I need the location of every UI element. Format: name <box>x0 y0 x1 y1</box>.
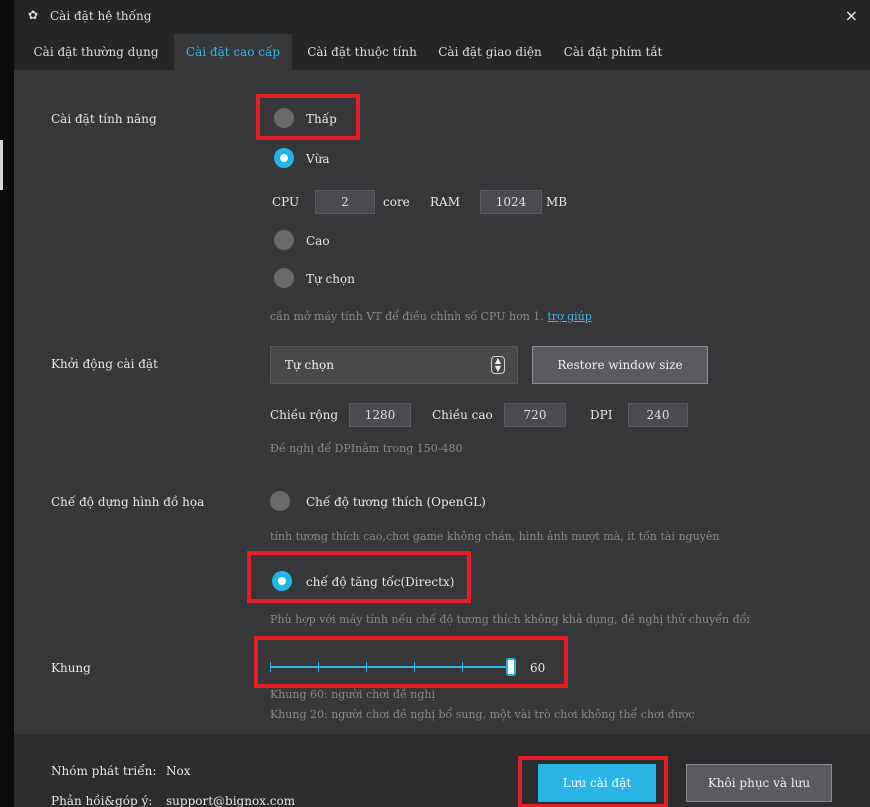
radio-opengl-label: Chế độ tương thích (OpenGL) <box>306 495 486 509</box>
dev-value: Nox <box>166 764 191 778</box>
radio-custom-label: Tự chọn <box>306 272 355 286</box>
tab-common-settings[interactable]: Cài đặt thường dụng <box>28 34 164 70</box>
ram-unit: MB <box>546 195 568 209</box>
cpu-hint-text: cần mở máy tính VT để điều chỉnh số CPU … <box>270 310 544 323</box>
dpi-hint: Đề nghị để DPInằm trong 150-480 <box>270 442 463 455</box>
cpu-unit: core <box>383 195 410 209</box>
frame-slider[interactable] <box>270 654 520 680</box>
radio-opengl[interactable] <box>270 491 290 511</box>
close-icon[interactable]: × <box>845 6 858 25</box>
dpi-input[interactable]: 240 <box>628 403 688 427</box>
chevron-updown-icon: ▲ ▼ <box>491 356 505 374</box>
radio-medium[interactable] <box>274 148 294 168</box>
ram-label: RAM <box>430 195 460 209</box>
height-input[interactable]: 720 <box>504 403 566 427</box>
background-strip <box>0 0 14 807</box>
radio-low[interactable] <box>274 108 294 128</box>
radio-directx-label: chế độ tăng tốc(Directx) <box>306 575 455 589</box>
gear-icon: ✿ <box>28 8 39 22</box>
feedback-label: Phản hồi&góp ý: <box>51 794 153 807</box>
restore-and-save-button[interactable]: Khôi phục và lưu <box>686 764 832 802</box>
window-title: Cài đặt hệ thống <box>50 9 152 23</box>
dev-label: Nhóm phát triển: <box>51 764 157 778</box>
resolution-select[interactable]: Tự chọn ▲ ▼ <box>270 346 518 384</box>
footer: Nhóm phát triển: Nox Phản hồi&góp ý: sup… <box>14 734 870 807</box>
radio-medium-label: Vừa <box>306 152 330 166</box>
slider-tick <box>270 662 271 672</box>
graphics-section-label: Chế độ dựng hình đồ họa <box>51 495 205 509</box>
tab-interface-settings[interactable]: Cài đặt giao diện <box>430 34 550 70</box>
startup-section-label: Khởi động cài đặt <box>51 357 158 371</box>
cpu-label: CPU <box>272 195 300 209</box>
cpu-input[interactable]: 2 <box>315 190 375 214</box>
slider-tick <box>414 662 415 672</box>
tab-bar: Cài đặt thường dụng Cài đặt cao cấp Cài … <box>14 34 870 70</box>
radio-directx[interactable] <box>272 571 292 591</box>
tab-property-settings[interactable]: Cài đặt thuộc tính <box>300 34 424 70</box>
slider-tick <box>366 662 367 672</box>
cpu-hint: cần mở máy tính VT để điều chỉnh số CPU … <box>270 310 592 323</box>
slider-tick <box>462 662 463 672</box>
help-link[interactable]: trợ giúp <box>547 310 591 323</box>
advanced-settings-panel: Cài đặt tính năng Thấp Vừa CPU 2 core RA… <box>14 70 870 734</box>
tab-advanced-settings[interactable]: Cài đặt cao cấp <box>174 34 292 70</box>
background-accent <box>0 140 3 190</box>
frame-section-label: Khung <box>51 661 91 675</box>
tab-shortcut-settings[interactable]: Cài đặt phím tắt <box>556 34 670 70</box>
feedback-email: support@bignox.com <box>166 794 296 807</box>
slider-tick <box>318 662 319 672</box>
radio-custom[interactable] <box>274 268 294 288</box>
radio-high[interactable] <box>274 230 294 250</box>
settings-window: ✿ Cài đặt hệ thống × Cài đặt thường dụng… <box>14 0 870 807</box>
width-input[interactable]: 1280 <box>349 403 411 427</box>
save-settings-button[interactable]: Lưu cài đặt <box>538 764 656 802</box>
title-bar: ✿ Cài đặt hệ thống × <box>14 0 870 34</box>
height-label: Chiều cao <box>432 408 493 422</box>
resolution-select-value: Tự chọn <box>285 358 334 372</box>
opengl-hint: tính tương thích cao,chơi game không chá… <box>270 530 720 543</box>
slider-track <box>270 666 516 668</box>
directx-hint: Phù hợp với máy tính nếu chế độ tương th… <box>270 613 750 626</box>
width-label: Chiều rộng <box>270 408 339 422</box>
radio-high-label: Cao <box>306 234 330 248</box>
performance-section-label: Cài đặt tính năng <box>51 112 157 126</box>
frame-hint-20: Khung 20: người chơi đề nghị bổ sung, mộ… <box>270 708 695 721</box>
frame-value: 60 <box>530 661 546 675</box>
dpi-label: DPI <box>590 408 613 422</box>
ram-input[interactable]: 1024 <box>480 190 542 214</box>
restore-window-size-button[interactable]: Restore window size <box>532 346 708 384</box>
frame-hint-60: Khung 60: người chơi đề nghị <box>270 688 435 701</box>
slider-thumb[interactable] <box>506 658 516 676</box>
radio-low-label: Thấp <box>306 112 337 126</box>
